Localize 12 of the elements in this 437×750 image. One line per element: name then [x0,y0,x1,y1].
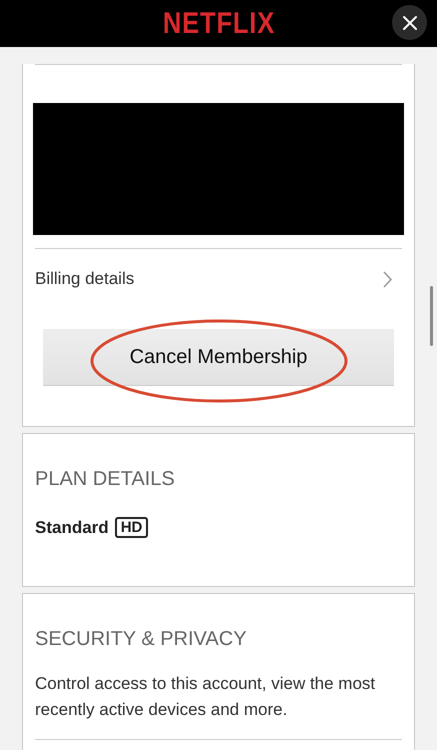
netflix-logo: NETFLIX [162,6,275,40]
hd-badge: HD [114,517,148,538]
plan-name: Standard [35,518,109,538]
section-heading: PLAN DETAILS [35,468,176,491]
chevron-right-icon [383,270,392,288]
close-icon [402,14,418,30]
section-heading: SECURITY & PRIVACY [35,628,248,651]
scrollbar [430,286,433,346]
billing-details-link[interactable]: Billing details [35,249,402,309]
cancel-membership-button[interactable]: Cancel Membership [43,329,394,386]
close-button[interactable] [392,5,427,40]
security-description: Control access to this account, view the most recently active devices and more. [35,673,376,721]
